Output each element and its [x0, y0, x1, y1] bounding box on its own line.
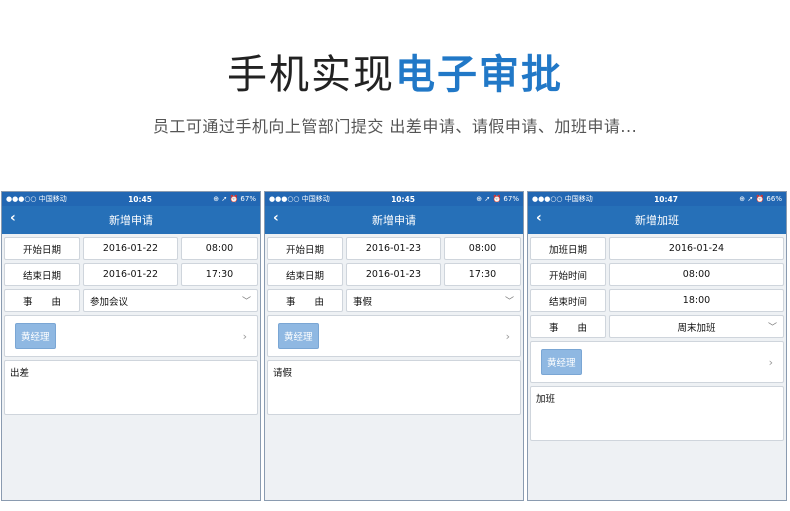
- chevron-down-icon: ﹀: [241, 297, 251, 307]
- status-bar: ●●●○○ 中国移动 10:45 ⊕ ➚ ⏰ 67%: [265, 192, 523, 206]
- end-date-field[interactable]: 2016-01-22: [83, 263, 178, 286]
- end-time-field[interactable]: 18:00: [609, 289, 784, 312]
- end-row: 结束时间 18:00: [530, 289, 784, 312]
- approver-tag[interactable]: 黄经理: [541, 349, 582, 375]
- chevron-right-icon: ›: [768, 355, 773, 369]
- reason-value: 周末加班: [677, 322, 716, 334]
- status-bar: ●●●○○ 中国移动 10:45 ⊕ ➚ ⏰ 67%: [2, 192, 260, 206]
- nav-title: 新增申请: [372, 214, 416, 227]
- date-row: 加班日期 2016-01-24: [530, 237, 784, 260]
- reason-label: 事 由: [4, 289, 80, 312]
- nav-title: 新增申请: [109, 214, 153, 227]
- reason-value: 参加会议: [90, 296, 129, 308]
- end-date-field[interactable]: 2016-01-23: [346, 263, 441, 286]
- headline: 手机实现电子审批: [0, 42, 790, 100]
- end-date-label: 结束日期: [4, 263, 80, 286]
- reason-select[interactable]: 周末加班 ﹀: [609, 315, 784, 338]
- start-time-field[interactable]: 08:00: [181, 237, 258, 260]
- note-textarea[interactable]: 加班: [530, 386, 784, 441]
- battery-status: ⊕ ➚ ⏰ 67%: [213, 195, 256, 203]
- end-time-label: 结束时间: [530, 289, 606, 312]
- note-textarea[interactable]: 请假: [267, 360, 521, 415]
- start-time-field[interactable]: 08:00: [609, 263, 784, 286]
- start-time-label: 开始时间: [530, 263, 606, 286]
- end-time-field[interactable]: 17:30: [181, 263, 258, 286]
- subtitle: 员工可通过手机向上管部门提交 出差申请、请假申请、加班申请...: [152, 117, 638, 136]
- reason-label: 事 由: [267, 289, 343, 312]
- carrier-signal: ●●●○○ 中国移动: [532, 195, 593, 203]
- back-arrow-icon[interactable]: ‹: [10, 210, 16, 226]
- chevron-down-icon: ﹀: [504, 297, 514, 307]
- form-body: 开始日期 2016-01-22 08:00 结束日期 2016-01-22 17…: [2, 234, 260, 500]
- end-row: 结束日期 2016-01-22 17:30: [4, 263, 258, 286]
- end-row: 结束日期 2016-01-23 17:30: [267, 263, 521, 286]
- note-textarea[interactable]: 出差: [4, 360, 258, 415]
- carrier-signal: ●●●○○ 中国移动: [269, 195, 330, 203]
- back-arrow-icon[interactable]: ‹: [273, 210, 279, 226]
- reason-select[interactable]: 事假 ﹀: [346, 289, 521, 312]
- chevron-right-icon: ›: [505, 329, 510, 343]
- approver-selector[interactable]: 黄经理 ›: [267, 315, 521, 357]
- phone-screen-leave: ●●●○○ 中国移动 10:45 ⊕ ➚ ⏰ 67% ‹ 新增申请 开始日期 2…: [264, 191, 524, 501]
- phone-screen-overtime: ●●●○○ 中国移动 10:47 ⊕ ➚ ⏰ 66% ‹ 新增加班 加班日期 2…: [527, 191, 787, 501]
- headline-normal: 手机实现: [227, 52, 395, 98]
- overtime-date-label: 加班日期: [530, 237, 606, 260]
- start-date-field[interactable]: 2016-01-22: [83, 237, 178, 260]
- battery-status: ⊕ ➚ ⏰ 67%: [476, 195, 519, 203]
- carrier-signal: ●●●○○ 中国移动: [6, 195, 67, 203]
- start-date-label: 开始日期: [4, 237, 80, 260]
- start-row: 开始日期 2016-01-22 08:00: [4, 237, 258, 260]
- reason-row: 事 由 事假 ﹀: [267, 289, 521, 312]
- start-row: 开始日期 2016-01-23 08:00: [267, 237, 521, 260]
- nav-bar: ‹ 新增申请: [2, 206, 260, 234]
- reason-value: 事假: [353, 296, 373, 308]
- back-arrow-icon[interactable]: ‹: [536, 210, 542, 226]
- approver-selector[interactable]: 黄经理 ›: [4, 315, 258, 357]
- approver-selector[interactable]: 黄经理 ›: [530, 341, 784, 383]
- approver-tag[interactable]: 黄经理: [278, 323, 319, 349]
- clock: 10:45: [128, 194, 152, 204]
- battery-status: ⊕ ➚ ⏰ 66%: [739, 195, 782, 203]
- form-body: 开始日期 2016-01-23 08:00 结束日期 2016-01-23 17…: [265, 234, 523, 500]
- reason-row: 事 由 周末加班 ﹀: [530, 315, 784, 338]
- reason-label: 事 由: [530, 315, 606, 338]
- nav-title: 新增加班: [635, 214, 679, 227]
- reason-row: 事 由 参加会议 ﹀: [4, 289, 258, 312]
- start-date-field[interactable]: 2016-01-23: [346, 237, 441, 260]
- nav-bar: ‹ 新增加班: [528, 206, 786, 234]
- overtime-date-field[interactable]: 2016-01-24: [609, 237, 784, 260]
- clock: 10:45: [391, 194, 415, 204]
- clock: 10:47: [654, 194, 678, 204]
- start-time-field[interactable]: 08:00: [444, 237, 521, 260]
- start-row: 开始时间 08:00: [530, 263, 784, 286]
- end-time-field[interactable]: 17:30: [444, 263, 521, 286]
- start-date-label: 开始日期: [267, 237, 343, 260]
- end-date-label: 结束日期: [267, 263, 343, 286]
- chevron-right-icon: ›: [242, 329, 247, 343]
- reason-select[interactable]: 参加会议 ﹀: [83, 289, 258, 312]
- headline-accent: 电子审批: [395, 52, 563, 98]
- form-body: 加班日期 2016-01-24 开始时间 08:00 结束时间 18:00 事 …: [528, 234, 786, 500]
- status-bar: ●●●○○ 中国移动 10:47 ⊕ ➚ ⏰ 66%: [528, 192, 786, 206]
- approver-tag[interactable]: 黄经理: [15, 323, 56, 349]
- nav-bar: ‹ 新增申请: [265, 206, 523, 234]
- phone-screen-business-trip: ●●●○○ 中国移动 10:45 ⊕ ➚ ⏰ 67% ‹ 新增申请 开始日期 2…: [1, 191, 261, 501]
- chevron-down-icon: ﹀: [767, 323, 777, 333]
